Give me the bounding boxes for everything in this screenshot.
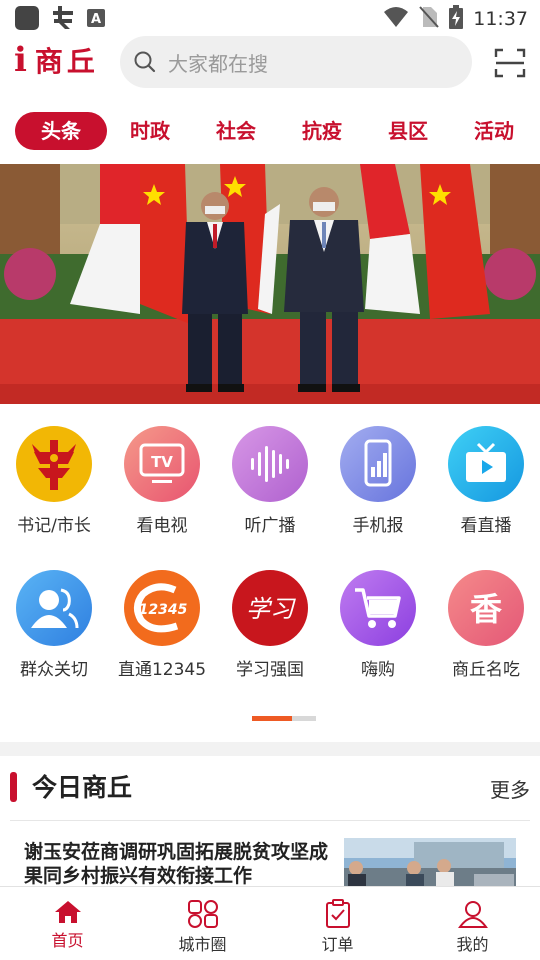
- nav-city-circle[interactable]: 城市圈: [135, 887, 270, 960]
- bottom-nav: 首页 城市圈 订单 我的: [0, 886, 540, 960]
- grid-item-public-concerns[interactable]: 群众关切: [0, 570, 108, 680]
- emblem-icon: [16, 426, 92, 502]
- grid-label: 看直播: [460, 516, 512, 536]
- nav-orders[interactable]: 订单: [270, 887, 405, 960]
- live-tv-icon: [448, 426, 524, 502]
- grid-item-leaders[interactable]: 书记/市长: [0, 426, 108, 536]
- banner-carousel[interactable]: [0, 164, 540, 404]
- svg-text:TV: TV: [151, 453, 173, 471]
- tv-icon: TV: [124, 426, 200, 502]
- grid-label: 嗨购: [361, 660, 395, 680]
- search-icon: [134, 51, 156, 73]
- grid-item-radio[interactable]: 听广播: [216, 426, 324, 536]
- news-item[interactable]: 谢玉安莅商调研巩固拓展脱贫攻坚成果同乡村振兴有效衔接工作: [0, 828, 540, 886]
- search-placeholder: 大家都在搜: [168, 51, 268, 76]
- order-clipboard-icon: [325, 899, 350, 928]
- grid-label: 听广播: [244, 516, 296, 536]
- grid-item-xuexi[interactable]: 学习 学习强国: [216, 570, 324, 680]
- nav-label: 订单: [321, 935, 354, 954]
- keyboard-a-icon: A: [86, 8, 106, 32]
- cart-icon: [340, 570, 416, 646]
- news-headline[interactable]: 谢玉安莅商调研巩固拓展脱贫攻坚成果同乡村振兴有效衔接工作: [24, 840, 342, 886]
- grid-page-indicator: [252, 716, 316, 721]
- tab-headlines[interactable]: 头条: [15, 112, 107, 150]
- soundwave-icon: [232, 426, 308, 502]
- section-accent-bar: [10, 772, 17, 802]
- wifi-icon: [383, 6, 409, 32]
- user-icon: [457, 901, 488, 928]
- section-title: 今日商丘: [32, 773, 133, 802]
- bug-icon: [50, 5, 76, 35]
- app-header: i 商丘 大家都在搜: [0, 34, 540, 94]
- nav-mine[interactable]: 我的: [405, 887, 540, 960]
- scan-icon[interactable]: [494, 48, 526, 78]
- tab-anti-epidemic[interactable]: 抗疫: [290, 112, 354, 150]
- grid-item-live[interactable]: 看直播: [432, 426, 540, 536]
- grid-label: 手机报: [352, 516, 404, 536]
- grid-label: 学习强国: [236, 660, 304, 680]
- grid-page-indicator-active: [252, 716, 292, 721]
- grid-label: 商丘名吃: [452, 660, 520, 680]
- grid-label: 群众关切: [20, 660, 88, 680]
- nav-home[interactable]: 首页: [0, 887, 135, 960]
- no-sim-icon: [419, 6, 439, 32]
- xuexi-icon: 学习: [232, 570, 308, 646]
- people-icon: [16, 570, 92, 646]
- hotline-12345-icon: 12345: [124, 570, 200, 646]
- section-divider: [0, 742, 540, 756]
- tab-counties[interactable]: 县区: [376, 112, 440, 150]
- nav-label: 首页: [51, 931, 84, 950]
- news-thumbnail[interactable]: [344, 838, 516, 886]
- status-bar: A 11:37: [0, 0, 540, 34]
- grid-item-local-food[interactable]: 香 商丘名吃: [432, 570, 540, 680]
- xiang-badge-text: 香: [470, 590, 502, 628]
- svg-text:A: A: [91, 12, 101, 27]
- section-underline: [10, 820, 530, 821]
- home-icon: [54, 901, 81, 923]
- hotline-badge-text: 12345: [139, 602, 188, 618]
- grid-item-watch-tv[interactable]: TV 看电视: [108, 426, 216, 536]
- grid-circles-icon: [187, 900, 218, 928]
- grid-item-mobile-paper[interactable]: 手机报: [324, 426, 432, 536]
- more-link[interactable]: 更多: [490, 774, 530, 803]
- battery-charging-icon: [449, 5, 464, 33]
- logo-text: 商丘: [34, 45, 99, 78]
- tab-activities[interactable]: 活动: [462, 112, 526, 150]
- nav-label: 我的: [456, 935, 489, 954]
- category-tabs: 头条 时政 社会 抗疫 县区 活动: [0, 112, 540, 152]
- search-bar[interactable]: 大家都在搜: [120, 36, 472, 88]
- app-square-icon: [14, 5, 40, 35]
- grid-label: 直通12345: [117, 660, 207, 680]
- banner-photo: [0, 164, 540, 404]
- logo-i: i: [14, 40, 27, 80]
- app-logo[interactable]: i 商丘: [14, 40, 99, 80]
- phone-chart-icon: [340, 426, 416, 502]
- tab-society[interactable]: 社会: [204, 112, 268, 150]
- xuexi-badge-text: 学习: [246, 595, 296, 623]
- grid-item-hotline-12345[interactable]: 12345 直通12345: [108, 570, 216, 680]
- xiang-icon: 香: [448, 570, 524, 646]
- tab-politics[interactable]: 时政: [118, 112, 182, 150]
- grid-item-shopping[interactable]: 嗨购: [324, 570, 432, 680]
- grid-label: 看电视: [136, 516, 188, 536]
- clock-time: 11:37: [473, 8, 528, 30]
- grid-label: 书记/市长: [17, 516, 91, 536]
- nav-label: 城市圈: [178, 935, 227, 954]
- section-header-today: 今日商丘 更多: [0, 762, 540, 816]
